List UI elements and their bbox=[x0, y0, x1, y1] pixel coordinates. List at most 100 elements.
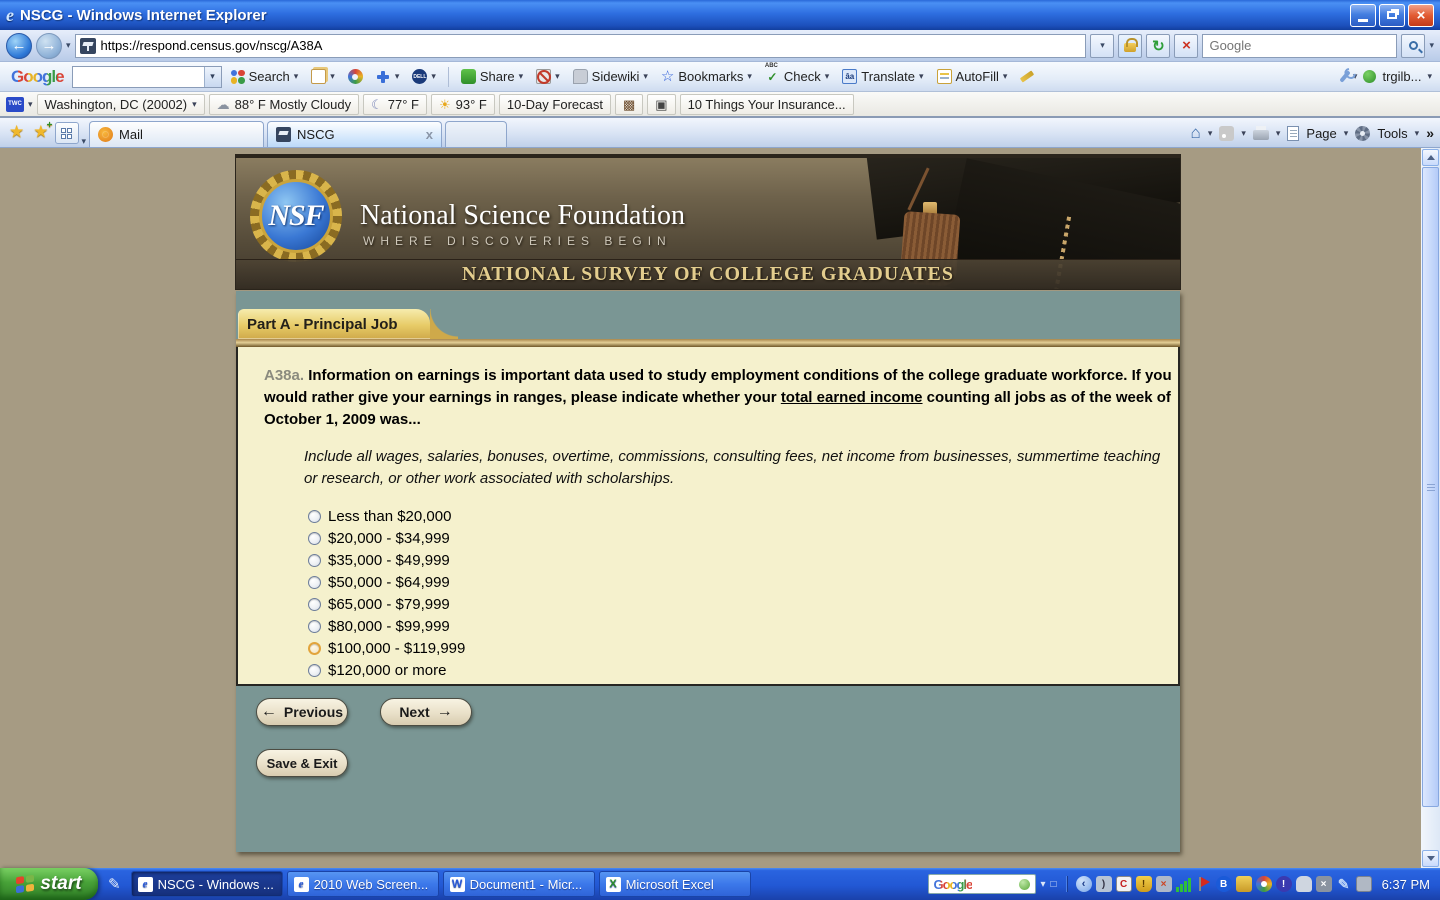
rss-feed-icon[interactable] bbox=[1219, 126, 1234, 141]
tools-menu-label[interactable]: Tools bbox=[1377, 126, 1407, 141]
quick-launch-pen-icon[interactable]: ✎ bbox=[108, 875, 121, 893]
search-go-button[interactable] bbox=[1401, 34, 1425, 58]
save-exit-button[interactable]: Save & Exit bbox=[256, 749, 348, 777]
blocked-button[interactable]: ▾ bbox=[532, 67, 564, 86]
radio-button-icon[interactable] bbox=[308, 598, 321, 611]
radio-button-icon[interactable] bbox=[308, 532, 321, 545]
cancel-icon[interactable]: × bbox=[1316, 876, 1332, 892]
video-button[interactable]: ▣ bbox=[647, 94, 675, 115]
tab-nscg[interactable]: NSCG x bbox=[267, 121, 442, 147]
taskbar-window-nscg[interactable]: e NSCG - Windows ... bbox=[131, 871, 283, 897]
orbit-button[interactable] bbox=[344, 67, 367, 86]
radio-option[interactable]: $100,000 - $119,999 bbox=[308, 637, 1152, 659]
scroll-up-button[interactable] bbox=[1422, 149, 1439, 166]
tab-mail[interactable]: Mail bbox=[89, 121, 264, 147]
flag-icon[interactable] bbox=[1196, 876, 1212, 892]
page-menu-label[interactable]: Page bbox=[1306, 126, 1336, 141]
signal-strength-icon[interactable] bbox=[1176, 876, 1192, 892]
google-search-button[interactable]: Search ▾ bbox=[227, 67, 303, 86]
browser-search-box[interactable] bbox=[1202, 34, 1397, 58]
dell-button[interactable]: DELL▾ bbox=[408, 67, 440, 86]
add-favorite-icon[interactable]: ★ bbox=[33, 122, 48, 142]
map-button[interactable]: ▩ bbox=[615, 94, 643, 115]
chevron-down-icon[interactable]: ▾ bbox=[28, 99, 33, 110]
high-temp-button[interactable]: ☀93° F bbox=[431, 94, 495, 115]
radio-button-icon[interactable] bbox=[308, 664, 321, 677]
refresh-button[interactable]: ↻ bbox=[1146, 34, 1170, 58]
print-icon[interactable] bbox=[1253, 130, 1269, 140]
current-conditions-button[interactable]: ☁88° F Mostly Cloudy bbox=[209, 94, 359, 115]
url-input[interactable] bbox=[101, 38, 1082, 53]
new-tab-stub[interactable] bbox=[445, 121, 507, 147]
radio-option[interactable]: $120,000 or more bbox=[308, 659, 1152, 681]
gadget-restore-icon[interactable]: □ bbox=[1051, 879, 1057, 890]
overflow-chevron-icon[interactable]: » bbox=[1426, 125, 1434, 141]
weather-location-button[interactable]: Washington, DC (20002)▾ bbox=[37, 94, 205, 115]
google-desktop-search[interactable]: Google bbox=[928, 874, 1036, 894]
twc-logo-icon[interactable]: TWC bbox=[6, 97, 24, 112]
previous-button[interactable]: ← Previous bbox=[256, 698, 348, 726]
pointing-device-icon[interactable] bbox=[1296, 876, 1312, 892]
tab-list-dropdown[interactable]: ▾ bbox=[82, 136, 87, 147]
close-button[interactable]: × bbox=[1408, 4, 1434, 27]
history-dropdown[interactable]: ▾ bbox=[66, 40, 71, 51]
gadget-dropdown-icon[interactable]: ▾ bbox=[1041, 879, 1046, 890]
radio-option[interactable]: $80,000 - $99,999 bbox=[308, 615, 1152, 637]
address-dropdown-button[interactable]: ▾ bbox=[1090, 34, 1114, 58]
google-desktop-icon[interactable] bbox=[1256, 876, 1272, 892]
radio-button-icon[interactable] bbox=[308, 510, 321, 523]
radio-button-icon-highlighted[interactable] bbox=[308, 642, 321, 655]
highlighter-button[interactable] bbox=[1016, 72, 1038, 81]
quick-tabs-button[interactable] bbox=[55, 122, 79, 144]
home-icon[interactable]: ⌂ bbox=[1191, 123, 1201, 143]
forward-button[interactable]: → bbox=[36, 33, 62, 59]
gear-icon[interactable] bbox=[1355, 126, 1370, 141]
radio-button-icon[interactable] bbox=[308, 554, 321, 567]
hide-tray-icons-button[interactable]: ‹ bbox=[1076, 876, 1092, 892]
bluetooth-icon[interactable]: B bbox=[1216, 876, 1232, 892]
volume-icon[interactable]: ) bbox=[1096, 876, 1112, 892]
page-icon[interactable] bbox=[1287, 126, 1299, 141]
translate-button[interactable]: âaTranslate▾ bbox=[838, 67, 927, 86]
radio-option[interactable]: Less than $20,000 bbox=[308, 505, 1152, 527]
radio-option[interactable]: $50,000 - $64,999 bbox=[308, 571, 1152, 593]
bookmarks-button[interactable]: ☆Bookmarks▾ bbox=[657, 67, 756, 86]
low-temp-button[interactable]: ☾77° F bbox=[363, 94, 427, 115]
device-icon[interactable] bbox=[1236, 876, 1252, 892]
sidewiki-button[interactable]: Sidewiki▾ bbox=[569, 67, 652, 86]
security-shield-icon[interactable]: ! bbox=[1136, 876, 1152, 892]
spellcheck-button[interactable]: ABC✓Check▾ bbox=[761, 67, 833, 86]
favorites-star-icon[interactable]: ★ bbox=[9, 122, 24, 142]
minimize-button[interactable] bbox=[1350, 4, 1376, 27]
tab-close-icon[interactable]: x bbox=[426, 127, 433, 142]
search-options-dropdown[interactable]: ▾ bbox=[1429, 40, 1434, 51]
browser-search-input[interactable] bbox=[1209, 38, 1390, 53]
radio-button-icon[interactable] bbox=[308, 620, 321, 633]
radio-option[interactable]: $20,000 - $34,999 bbox=[308, 527, 1152, 549]
taskbar-window-webscreen[interactable]: e 2010 Web Screen... bbox=[287, 871, 439, 897]
google-search-field[interactable]: ▾ bbox=[72, 66, 222, 88]
address-field[interactable] bbox=[75, 34, 1087, 58]
start-button[interactable]: start bbox=[0, 868, 98, 900]
add-gadget-button[interactable]: ▾ bbox=[372, 67, 404, 86]
display-icon[interactable] bbox=[1356, 876, 1372, 892]
radio-button-icon[interactable] bbox=[308, 576, 321, 589]
stop-button[interactable]: × bbox=[1174, 34, 1198, 58]
security-c-icon[interactable]: C bbox=[1116, 876, 1132, 892]
chevron-down-icon[interactable]: ▾ bbox=[204, 67, 221, 87]
radio-option[interactable]: $65,000 - $79,999 bbox=[308, 593, 1152, 615]
scrollbar-thumb[interactable] bbox=[1422, 167, 1439, 807]
taskbar-window-excel[interactable]: X Microsoft Excel bbox=[599, 871, 751, 897]
vertical-scrollbar[interactable] bbox=[1421, 148, 1440, 868]
wrench-icon[interactable] bbox=[1339, 70, 1350, 83]
back-button[interactable]: ← bbox=[6, 33, 32, 59]
autofill-button[interactable]: AutoFill▾ bbox=[933, 67, 1012, 86]
taskbar-window-word[interactable]: W Document1 - Micr... bbox=[443, 871, 595, 897]
photos-button[interactable]: ▾ bbox=[307, 67, 339, 86]
alert-icon[interactable]: ! bbox=[1276, 876, 1292, 892]
scroll-down-button[interactable] bbox=[1422, 850, 1439, 867]
share-button[interactable]: Share▾ bbox=[457, 67, 527, 86]
radio-option[interactable]: $35,000 - $49,999 bbox=[308, 549, 1152, 571]
news-headline-button[interactable]: 10 Things Your Insurance... bbox=[680, 94, 854, 115]
account-label[interactable]: trgilb... bbox=[1382, 69, 1421, 84]
